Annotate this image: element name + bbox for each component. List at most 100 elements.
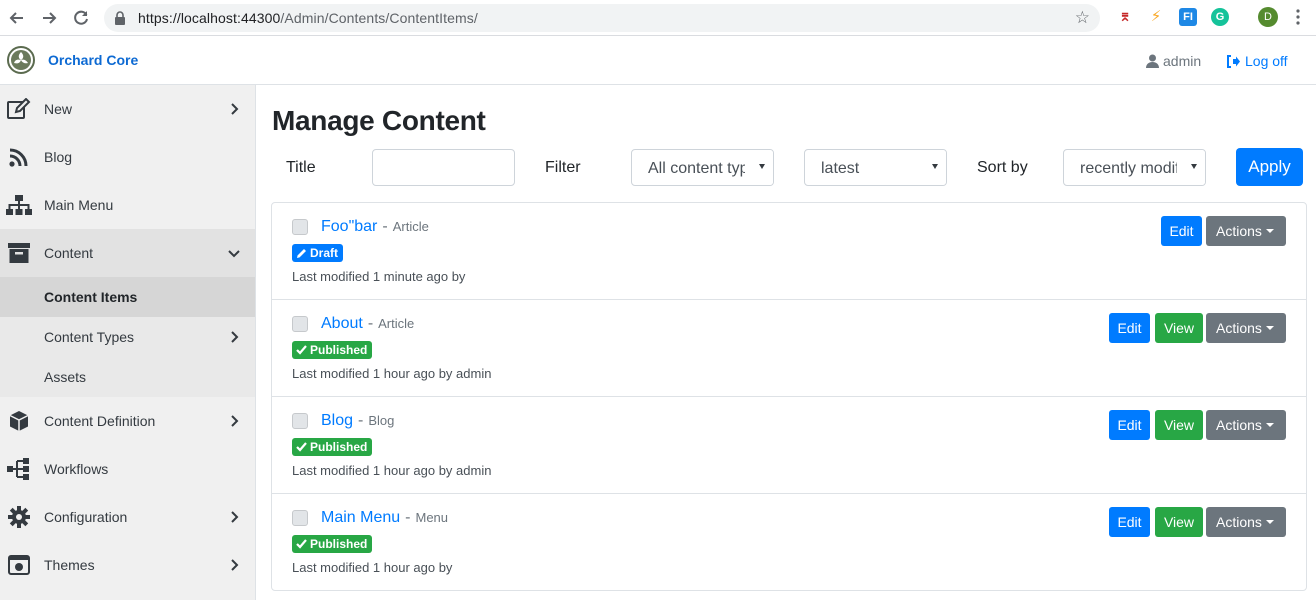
sidebar-subitem-label: Content Types (44, 329, 135, 345)
sidebar-item-label: Themes (44, 557, 95, 573)
actions-dropdown-button[interactable]: Actions (1206, 313, 1286, 343)
app-header: Orchard Core admin Log off (0, 36, 1316, 85)
browser-menu-icon[interactable] (1296, 9, 1300, 25)
address-bar[interactable]: https://localhost:44300/Admin/Contents/C… (104, 4, 1100, 32)
grammarly-extension-icon[interactable]: G (1211, 8, 1229, 26)
item-modified: Last modified 1 hour ago by admin (292, 366, 492, 381)
sidebar-subitem-content-items[interactable]: Content Items (0, 277, 255, 317)
sidebar-subitem-content-types[interactable]: Content Types (0, 317, 255, 357)
chevron-right-icon (231, 511, 239, 523)
orchard-logo-icon[interactable] (7, 46, 35, 74)
sidebar-item-label: Workflows (44, 461, 109, 477)
sidebar-item-main-menu[interactable]: Main Menu (0, 181, 255, 229)
status-badge: Published (292, 438, 373, 456)
forward-arrow-icon[interactable] (38, 7, 60, 29)
sidebar-item-configuration[interactable]: Configuration (0, 493, 255, 541)
sidebar-item-label: Content Definition (44, 413, 156, 429)
browser-toolbar: https://localhost:44300/Admin/Contents/C… (0, 0, 1316, 36)
item-type: Blog (368, 413, 395, 428)
sidebar: New Blog Main Menu Content Content Items… (0, 85, 256, 600)
sitemap-icon (6, 192, 32, 218)
version-select[interactable]: latest (804, 149, 947, 186)
themes-icon (6, 552, 32, 578)
sidebar-item-blog[interactable]: Blog (0, 133, 255, 181)
sidebar-item-themes[interactable]: Themes (0, 541, 255, 589)
item-title-link[interactable]: Blog (321, 412, 353, 430)
status-badge: Published (292, 341, 373, 359)
item-type: Menu (415, 510, 449, 525)
list-item: About - Article Published Last modified … (272, 300, 1306, 397)
status-label: Published (310, 440, 368, 454)
version-selected: latest (821, 160, 860, 177)
sign-out-icon (1227, 54, 1240, 68)
caret-down-icon (1266, 326, 1274, 330)
edit-button[interactable]: Edit (1161, 216, 1202, 246)
status-badge: Draft (292, 244, 344, 262)
actions-dropdown-button[interactable]: Actions (1206, 216, 1286, 246)
apply-button[interactable]: Apply (1236, 148, 1303, 186)
content-type-select[interactable]: All content types (631, 149, 774, 186)
actions-label: Actions (1216, 320, 1262, 336)
check-icon (296, 539, 307, 549)
logoff-link[interactable]: Log off (1226, 53, 1288, 69)
item-title-link[interactable]: Main Menu (321, 509, 400, 527)
actions-dropdown-button[interactable]: Actions (1206, 507, 1286, 537)
sidebar-item-label: Blog (44, 149, 73, 165)
edit-button[interactable]: Edit (1109, 507, 1150, 537)
sidebar-item-workflows[interactable]: Workflows (0, 445, 255, 493)
sort-select[interactable]: recently modified (1063, 149, 1206, 186)
item-title-link[interactable]: Foo"bar (321, 218, 377, 236)
item-checkbox[interactable] (292, 219, 308, 235)
view-button[interactable]: View (1155, 410, 1203, 440)
chevron-right-icon (231, 415, 239, 427)
actions-dropdown-button[interactable]: Actions (1206, 410, 1286, 440)
check-icon (296, 442, 307, 452)
bookmark-star-icon[interactable]: ☆ (1075, 8, 1090, 28)
sidebar-item-label: Configuration (44, 509, 128, 525)
chevron-right-icon (231, 559, 239, 571)
chevron-right-icon (231, 331, 239, 343)
actions-label: Actions (1216, 223, 1262, 239)
page-title: Manage Content (272, 105, 486, 136)
logoff-label: Log off (1245, 53, 1288, 69)
view-button[interactable]: View (1155, 507, 1203, 537)
edit-button[interactable]: Edit (1109, 313, 1150, 343)
title-filter-label: Title (286, 159, 316, 176)
sidebar-item-new[interactable]: New (0, 85, 255, 133)
lightning-extension-icon[interactable]: ⚡ (1147, 8, 1165, 26)
item-checkbox[interactable] (292, 316, 308, 332)
status-badge: Published (292, 535, 373, 553)
item-modified: Last modified 1 hour ago by admin (292, 463, 492, 478)
sidebar-subitem-label: Content Items (44, 289, 138, 305)
view-button[interactable]: View (1155, 313, 1203, 343)
sidebar-subitem-assets[interactable]: Assets (0, 357, 255, 397)
sidebar-item-content-definition[interactable]: Content Definition (0, 397, 255, 445)
sidebar-item-label: Content (44, 245, 94, 261)
rss-icon (6, 144, 32, 170)
url-host: https://localhost:44300 (138, 10, 281, 26)
item-modified: Last modified 1 hour ago by (292, 560, 453, 575)
check-icon (296, 345, 307, 355)
reload-icon[interactable] (70, 7, 92, 29)
caret-down-icon (1266, 423, 1274, 427)
status-label: Published (310, 537, 368, 551)
chevron-down-icon (228, 250, 240, 258)
user-menu[interactable]: admin (1146, 53, 1201, 69)
brand-name[interactable]: Orchard Core (48, 52, 138, 68)
user-name: admin (1163, 53, 1202, 69)
sidebar-subitem-label: Assets (44, 369, 87, 385)
title-filter-input[interactable] (372, 149, 515, 186)
profile-avatar[interactable]: D (1258, 7, 1278, 27)
pdf-extension-icon[interactable]: ⌆ (1116, 8, 1134, 26)
item-checkbox[interactable] (292, 413, 308, 429)
back-arrow-icon[interactable] (6, 7, 28, 29)
sidebar-item-label: Main Menu (44, 197, 114, 213)
select-caret-icon (932, 164, 938, 169)
item-title-link[interactable]: About (321, 315, 363, 333)
fi-extension-icon[interactable]: FI (1179, 8, 1197, 26)
item-checkbox[interactable] (292, 510, 308, 526)
sidebar-item-content[interactable]: Content (0, 229, 255, 277)
item-modified: Last modified 1 minute ago by (292, 269, 466, 284)
content-items-list: Foo"bar - Article Draft Last modified 1 … (271, 202, 1307, 591)
edit-button[interactable]: Edit (1109, 410, 1150, 440)
